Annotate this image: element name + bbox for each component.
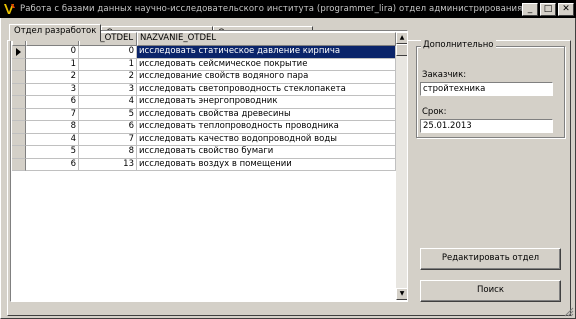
cell-kod[interactable]: 8	[79, 146, 137, 159]
table-row[interactable]: 7 5 исследовать свойства древесины	[12, 108, 396, 121]
current-row-arrow-icon	[16, 48, 21, 56]
cell-name[interactable]: исследовать свойства древесины	[137, 108, 396, 121]
tab-development[interactable]: Отдел разработок	[9, 24, 102, 41]
row-indicator-cell	[12, 96, 26, 109]
cell-kod[interactable]: 1	[79, 58, 137, 71]
resize-grip-icon[interactable]	[564, 307, 574, 317]
table-row[interactable]: 3 3 исследовать светопроводность стеклопак…	[12, 83, 396, 96]
close-button[interactable]: ✕	[558, 2, 574, 16]
cell-name[interactable]: исследовать воздух в помещении	[137, 158, 396, 171]
customer-field[interactable]: стройтехника	[420, 82, 553, 96]
title-bar[interactable]: Работа с базами данных научно-исследоват…	[0, 0, 576, 18]
cell-kod[interactable]: 4	[79, 96, 137, 109]
cell-id[interactable]: 3	[26, 83, 79, 96]
scroll-up-button[interactable]: ▲	[396, 32, 407, 44]
cell-name[interactable]: исследование свойств водяного пара	[137, 71, 396, 84]
cell-name[interactable]: исследовать энергопроводник	[137, 96, 396, 109]
maximize-button[interactable]: □	[540, 2, 556, 16]
table-row[interactable]: 1 1 исследовать сейсмическое покрытие	[12, 58, 396, 71]
cell-id[interactable]: 0	[26, 46, 79, 59]
app-icon	[2, 2, 16, 16]
cell-name[interactable]: исследовать качество водопроводной воды	[137, 133, 396, 146]
cell-id[interactable]: 2	[26, 71, 79, 84]
customer-label: Заказчик:	[422, 70, 467, 80]
row-indicator-cell	[12, 108, 26, 121]
details-group-legend: Дополнительно	[421, 40, 496, 50]
table-row[interactable]: 4 7 исследовать качество водопроводной вод…	[12, 133, 396, 146]
cell-id[interactable]: 4	[26, 133, 79, 146]
cell-name[interactable]: исследовать статическое давление кирпича	[137, 46, 396, 59]
table-row[interactable]: 6 13 исследовать воздух в помещении	[12, 158, 396, 171]
cell-name[interactable]: исследовать светопроводность стеклопакет…	[137, 83, 396, 96]
edit-department-button[interactable]: Редактировать отдел	[420, 248, 561, 270]
scroll-down-button[interactable]: ▼	[396, 288, 407, 300]
minimize-button[interactable]: _	[522, 2, 538, 16]
deadline-label: Срок:	[422, 107, 447, 117]
cell-kod[interactable]: 7	[79, 133, 137, 146]
row-indicator-cell	[12, 83, 26, 96]
cell-name[interactable]: исследовать свойство бумаги	[137, 146, 396, 159]
row-indicator-cell	[12, 71, 26, 84]
cell-kod[interactable]: 0	[79, 46, 137, 59]
row-indicator-cell	[12, 58, 26, 71]
cell-kod[interactable]: 3	[79, 83, 137, 96]
departments-grid[interactable]: ID KOD_OTDEL NAZVANIE_OTDEL 00исследоват…	[10, 30, 408, 302]
cell-id[interactable]: 7	[26, 108, 79, 121]
cell-kod[interactable]: 2	[79, 71, 137, 84]
cell-id[interactable]: 1	[26, 58, 79, 71]
cell-name[interactable]: исследовать сейсмическое покрытие	[137, 58, 396, 71]
cell-kod[interactable]: 6	[79, 121, 137, 134]
cell-kod[interactable]: 13	[79, 158, 137, 171]
row-indicator-cell	[12, 133, 26, 146]
row-indicator-cell	[12, 121, 26, 134]
cell-id[interactable]: 8	[26, 121, 79, 134]
grid-body: 0 0 исследовать статическое давление кирпи…	[12, 46, 396, 171]
table-row[interactable]: 6 4 исследовать энергопроводник	[12, 96, 396, 109]
row-indicator-cell	[12, 46, 26, 59]
cell-id[interactable]: 6	[26, 96, 79, 109]
table-row[interactable]: 5 8 исследовать свойство бумаги	[12, 146, 396, 159]
table-row[interactable]: 0 0 исследовать статическое давление кирпи…	[12, 46, 396, 59]
window-title: Работа с базами данных научно-исследоват…	[20, 4, 522, 14]
cell-id[interactable]: 6	[26, 158, 79, 171]
cell-id[interactable]: 5	[26, 146, 79, 159]
column-header-name[interactable]: NAZVANIE_OTDEL	[137, 32, 396, 46]
search-button[interactable]: Поиск	[420, 280, 561, 302]
deadline-field[interactable]: 25.01.2013	[420, 119, 553, 133]
cell-kod[interactable]: 5	[79, 108, 137, 121]
row-indicator-cell	[12, 158, 26, 171]
table-row[interactable]: 2 2 исследование свойств водяного пара	[12, 71, 396, 84]
cell-name[interactable]: исследовать теплопроводность проводника	[137, 121, 396, 134]
row-indicator-cell	[12, 146, 26, 159]
table-row[interactable]: 8 6 исследовать теплопроводность проводник…	[12, 121, 396, 134]
grid-scrollbar[interactable]: ▲ ▼	[396, 32, 407, 300]
scroll-thumb[interactable]	[396, 44, 407, 56]
